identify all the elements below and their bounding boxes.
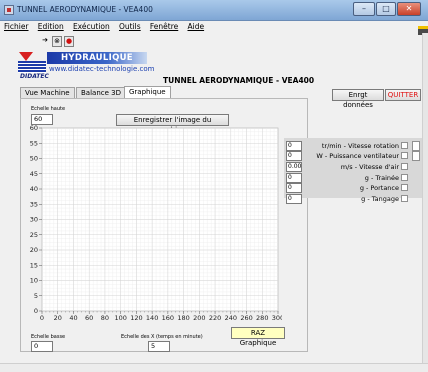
readout-checkbox[interactable] xyxy=(401,195,408,202)
x-tick-label: 60 xyxy=(85,314,93,322)
scale-high-label: Echelle haute xyxy=(31,106,66,112)
window-title: TUNNEL AERODYNAMIQUE - VEA400 xyxy=(17,5,153,14)
readout-value: 0 xyxy=(286,183,302,193)
readout-checkbox[interactable] xyxy=(401,163,408,170)
x-tick-label: 120 xyxy=(130,314,142,322)
y-tick-label: 20 xyxy=(30,246,38,254)
y-tick-label: 0 xyxy=(34,307,38,315)
y-tick-label: 30 xyxy=(30,216,38,224)
close-button[interactable]: ✕ xyxy=(397,2,421,16)
menu-aide[interactable]: Aide xyxy=(185,21,208,32)
scale-low-input[interactable]: 0 xyxy=(31,341,53,352)
x-tick-label: 240 xyxy=(225,314,237,322)
readout-label: tr/min - Vitesse rotation xyxy=(321,142,399,150)
y-tick-label: 35 xyxy=(30,200,38,208)
x-tick-label: 220 xyxy=(209,314,221,322)
x-tick-label: 40 xyxy=(69,314,77,322)
x-tick-label: 180 xyxy=(177,314,189,322)
horizontal-scrollbar[interactable] xyxy=(0,363,428,372)
x-tick-label: 140 xyxy=(146,314,158,322)
reset-graph-button[interactable]: RAZ Graphique xyxy=(231,327,285,347)
readout-value: 0 xyxy=(286,194,302,204)
readout-label: g - Portance xyxy=(359,184,399,192)
logo-stripes-icon xyxy=(18,61,46,73)
x-tick-label: 200 xyxy=(193,314,205,322)
logo-url: www.didatec-technologie.com xyxy=(49,65,155,73)
minimize-button[interactable]: – xyxy=(353,2,375,16)
y-tick-label: 45 xyxy=(30,170,38,178)
save-data-button[interactable]: Enrgt données xyxy=(332,89,384,109)
run-arrow-icon[interactable]: ➔ xyxy=(40,36,50,47)
y-tick-label: 40 xyxy=(30,185,38,193)
readout-value: 0.00 xyxy=(286,162,302,172)
menu-fichier[interactable]: Fichier xyxy=(1,21,32,32)
readout-label: g - Trainée xyxy=(364,174,399,182)
vertical-scrollbar[interactable] xyxy=(422,33,428,363)
grid-lines xyxy=(41,127,279,312)
x-scale-input[interactable]: 5 xyxy=(148,341,170,352)
x-tick-label: 260 xyxy=(240,314,252,322)
y-tick-label: 55 xyxy=(30,139,38,147)
x-scale-label: Echelle des X (temps en minute) xyxy=(121,334,203,340)
x-tick-label: 280 xyxy=(256,314,268,322)
y-tick-label: 25 xyxy=(30,231,38,239)
logo-banner-text: HYDRAULIQUE xyxy=(61,53,133,63)
readout-label: g - Tangage xyxy=(361,195,399,203)
x-tick-label: 160 xyxy=(162,314,174,322)
readout-indicator xyxy=(412,141,420,151)
logo-brand: DIDATEC xyxy=(20,73,49,80)
y-tick-label: 50 xyxy=(30,155,38,163)
menu-bar: Fichier Edition Exécution Outils Fenêtre… xyxy=(0,21,428,33)
y-tick-label: 60 xyxy=(30,124,38,132)
x-tick-label: 0 xyxy=(40,314,44,322)
readout-checkbox[interactable] xyxy=(401,174,408,181)
menu-fenetre[interactable]: Fenêtre xyxy=(147,21,181,32)
app-title: TUNNEL AERODYNAMIQUE - VEA400 xyxy=(163,76,315,85)
y-axis: 0 5 10 15 20 25 30 35 40 45 50 55 60 xyxy=(30,124,42,315)
app-icon xyxy=(4,5,14,15)
menu-outils[interactable]: Outils xyxy=(116,21,144,32)
readout-indicator xyxy=(412,151,420,161)
pause-icon[interactable]: ● xyxy=(64,36,74,47)
readout-label: W - Puissance ventilateur xyxy=(316,152,399,160)
maximize-button[interactable]: □ xyxy=(376,2,396,16)
tab-vue-machine[interactable]: Vue Machine xyxy=(20,87,75,98)
readout-checkbox[interactable] xyxy=(401,142,408,149)
graph-chart: 0 5 10 15 20 25 30 35 40 45 50 55 60 0 20 40 60 80 100 120… xyxy=(30,124,282,322)
readout-value: 0 xyxy=(286,173,302,183)
x-tick-label: 300 xyxy=(272,314,282,322)
tab-balance-3d[interactable]: Balance 3D xyxy=(76,87,126,98)
logo-arrow-icon xyxy=(19,52,33,61)
scale-low-label: Echelle basse xyxy=(31,334,66,340)
y-tick-label: 10 xyxy=(30,277,38,285)
readout-value: 0 xyxy=(286,141,302,151)
menu-execution[interactable]: Exécution xyxy=(70,21,113,32)
readout-label: m/s - Vitesse d'air xyxy=(340,163,399,171)
quit-button[interactable]: QUITTER xyxy=(385,89,421,101)
menu-edition[interactable]: Edition xyxy=(35,21,67,32)
stop-icon[interactable]: ⊗ xyxy=(52,36,62,47)
y-tick-label: 5 xyxy=(34,292,38,300)
x-axis: 0 20 40 60 80 100 120 140 160 180 200 220 240 260 280 3… xyxy=(40,311,282,322)
readout-checkbox[interactable] xyxy=(401,184,408,191)
x-tick-label: 20 xyxy=(54,314,62,322)
readout-checkbox[interactable] xyxy=(401,152,408,159)
readout-value: 0 xyxy=(286,151,302,161)
x-tick-label: 80 xyxy=(101,314,109,322)
y-tick-label: 15 xyxy=(30,261,38,269)
x-tick-label: 100 xyxy=(114,314,126,322)
